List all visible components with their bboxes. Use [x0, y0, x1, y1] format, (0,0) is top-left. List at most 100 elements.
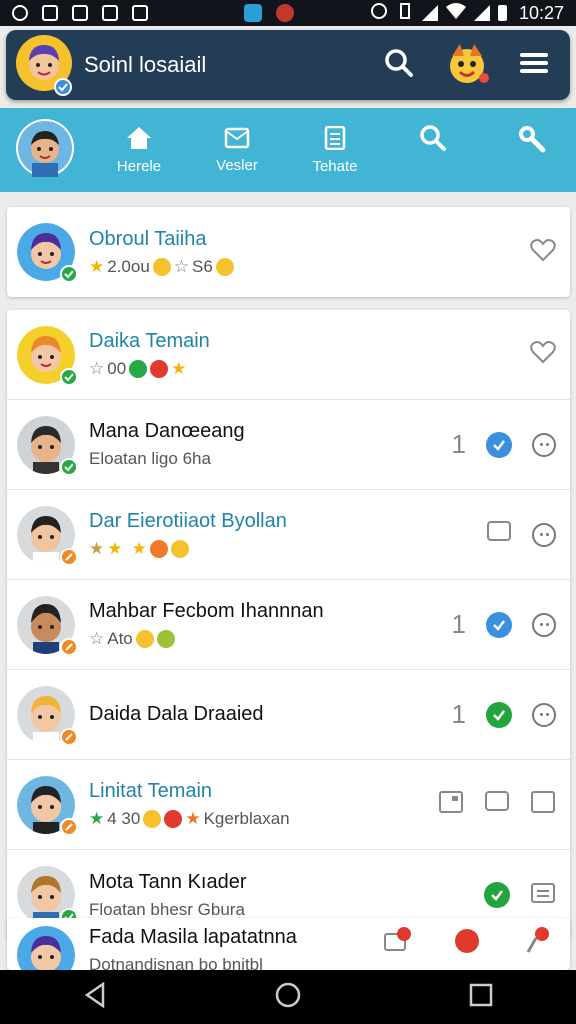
check-icon[interactable]	[486, 611, 512, 638]
smile-emoji-icon	[152, 257, 171, 276]
star-outline-icon: ☆	[89, 359, 105, 378]
contact-status: Floatan bhesr Gbura	[89, 899, 245, 919]
tab-search[interactable]	[384, 124, 482, 176]
star-icon: ★	[107, 539, 123, 558]
check-icon[interactable]	[484, 882, 510, 908]
list-item[interactable]: Mana Danœeang Eloatan ligo 6ha 1	[7, 400, 570, 490]
star-icon: ★	[89, 256, 105, 276]
tab-messages[interactable]: Vesler	[188, 127, 286, 174]
away-badge-icon	[60, 817, 78, 836]
star-icon: ★	[89, 539, 105, 558]
list-item[interactable]: Daida Dala Draaied 1	[7, 670, 570, 760]
list-item[interactable]: Mahbar Fecbom Ihannnan ☆ Ato 1	[7, 580, 570, 670]
apple-emoji-icon	[164, 810, 183, 828]
list-item[interactable]: Fada Masila lapatatnna Dotnandisnan bo b…	[7, 918, 570, 970]
app-notification-icon	[72, 5, 88, 21]
away-badge-icon	[60, 547, 78, 566]
star-icon: ★	[131, 539, 147, 558]
avatar	[17, 685, 78, 746]
contact-name: Mahbar Fecbom Ihannnan	[89, 600, 324, 622]
contact-name: Linitat Temain	[89, 780, 213, 802]
document-icon	[324, 125, 346, 154]
user-avatar[interactable]	[16, 118, 74, 182]
record-icon[interactable]	[452, 926, 482, 961]
star-icon: ★	[171, 359, 187, 378]
image-notification-icon	[42, 5, 58, 21]
contact-status: ☆ 00 ★	[89, 359, 530, 379]
star-outline-icon: ☆	[89, 629, 105, 648]
recents-icon[interactable]	[469, 983, 493, 1012]
heart-icon[interactable]	[530, 238, 556, 267]
notification-icon	[12, 5, 28, 21]
contact-name: Fada Masila lapatatnna	[89, 926, 297, 948]
tab-zoom[interactable]	[482, 123, 576, 177]
alarm-icon	[370, 2, 388, 25]
tab-documents[interactable]: Tehate	[286, 125, 384, 175]
contact-status: Eloatan ligo 6ha	[89, 449, 211, 468]
status-text: 2.0ou	[107, 256, 150, 276]
contact-status: ☆ Ato	[89, 629, 452, 649]
more-icon[interactable]	[532, 432, 556, 457]
message-icon	[224, 127, 250, 153]
status-text-2: S6	[192, 256, 213, 276]
inbox-icon[interactable]	[382, 926, 412, 961]
contact-name: Dar Eierotiiaot Byollan	[89, 510, 287, 532]
avatar	[17, 775, 78, 836]
verified-badge-icon	[54, 77, 72, 96]
tab-documents-label: Tehate	[312, 157, 358, 175]
check-icon[interactable]	[486, 701, 512, 728]
app-title: Soinl losaiail	[84, 52, 207, 77]
mascot-icon[interactable]	[442, 38, 492, 93]
image-icon[interactable]	[438, 790, 464, 819]
tab-messages-label: Vesler	[216, 156, 258, 174]
unread-count: 1	[451, 609, 466, 639]
contact-name: Obroul Taiiha	[89, 227, 207, 250]
back-icon[interactable]	[83, 981, 107, 1013]
tab-home[interactable]: Herele	[90, 126, 188, 175]
star-icon: ★	[185, 809, 201, 828]
smile-emoji-icon	[170, 540, 189, 558]
contact-status: Dotnandisnan bo bnitbl	[89, 955, 263, 970]
profile-avatar[interactable]	[16, 34, 72, 96]
smile-emoji-icon	[143, 810, 162, 828]
contact-status: ★ ★ ★	[89, 539, 486, 559]
battery-icon	[497, 5, 507, 21]
wifi-icon	[445, 2, 466, 24]
check-icon[interactable]	[486, 431, 512, 458]
home-icon	[126, 126, 152, 154]
camera-notification-icon	[102, 5, 118, 21]
message-square-icon[interactable]	[484, 790, 510, 819]
away-badge-icon	[60, 727, 78, 746]
more-icon[interactable]	[532, 702, 556, 727]
list-icon[interactable]	[530, 881, 556, 910]
app-header: Soinl losaiail	[6, 30, 570, 100]
list-item[interactable]: Linitat Temain ★ 4 30 ★ Kgerblaxan	[7, 760, 570, 850]
status-text-2: Kgerblaxan	[203, 809, 290, 828]
search-icon	[419, 124, 447, 156]
more-icon[interactable]	[532, 522, 556, 547]
more-icon[interactable]	[532, 612, 556, 637]
home-circle-icon[interactable]	[274, 981, 302, 1014]
message-square-icon[interactable]	[486, 520, 512, 549]
avatar	[17, 926, 75, 970]
list-item[interactable]: Dar Eierotiiaot Byollan ★ ★ ★	[7, 490, 570, 580]
away-badge-icon	[60, 637, 78, 656]
menu-icon[interactable]	[520, 51, 548, 80]
avatar	[17, 866, 78, 926]
unread-count: 1	[451, 699, 466, 729]
heart-icon[interactable]	[530, 340, 556, 369]
notification-pin-icon[interactable]	[522, 926, 552, 961]
system-navigation-bar	[0, 970, 576, 1024]
contact-name: Mota Tann Kıader	[89, 870, 247, 893]
check-emoji-icon	[129, 360, 148, 378]
status-bar: 10:27	[0, 0, 576, 26]
list-item[interactable]: Obroul Taiiha ★ 2.0ou ☆ S6	[7, 207, 570, 297]
window-icon[interactable]	[530, 790, 556, 819]
fruit-emoji-icon	[149, 540, 168, 558]
bottom-card: Fada Masila lapatatnna Dotnandisnan bo b…	[7, 918, 570, 970]
vibrate-icon	[396, 2, 414, 25]
nav-bar: Herele Vesler Tehate	[0, 108, 576, 192]
list-item[interactable]: Daika Temain ☆ 00 ★	[7, 310, 570, 400]
search-icon[interactable]	[384, 48, 414, 83]
laugh-emoji-icon	[135, 630, 154, 648]
